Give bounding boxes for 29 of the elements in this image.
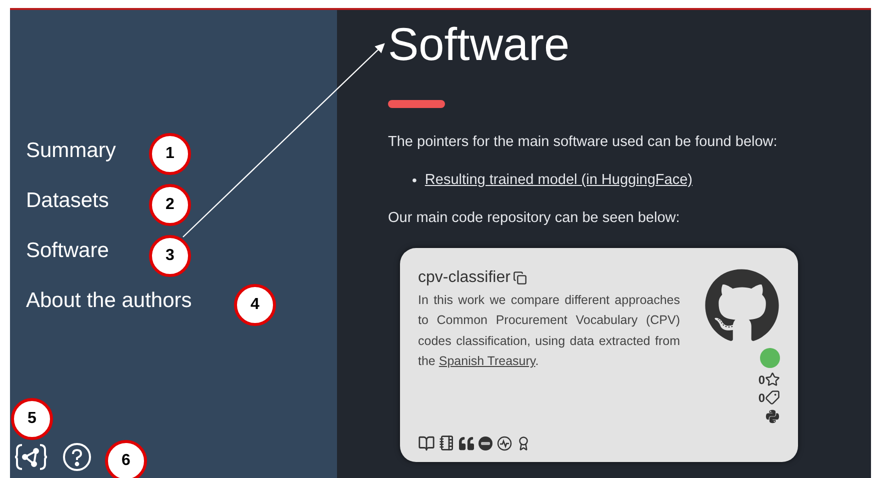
- sidebar-link[interactable]: About the authors: [26, 288, 192, 314]
- activity-circle-icon[interactable]: [497, 436, 512, 451]
- doi-badge-icon[interactable]: [478, 436, 493, 451]
- graph-braces-icon[interactable]: [14, 443, 48, 471]
- quote-icon[interactable]: [459, 436, 474, 451]
- tag-icon[interactable]: [765, 390, 780, 406]
- help-icon[interactable]: [62, 442, 92, 472]
- model-link[interactable]: Resulting trained model (in HuggingFace): [424, 170, 692, 192]
- title-underline: [388, 100, 445, 108]
- intro-text: The pointers for the main software used can be found below:: [388, 133, 778, 152]
- tag-count: 0: [758, 390, 765, 407]
- sidebar-link[interactable]: Summary: [26, 138, 116, 164]
- repo-intro-text: Our main code repository can be seen below:: [388, 208, 680, 228]
- sidebar-link[interactable]: Software: [26, 238, 109, 264]
- repo-name: cpv-classifier: [418, 268, 510, 288]
- repo-description: In this work we compare different approaches to Common Procurement Vocabulary (CPV) codes classification, using data extracted from the Spanish Treasury.: [418, 292, 680, 370]
- python-icon: [765, 408, 780, 424]
- treasury-link[interactable]: Spanish Treasury: [438, 354, 536, 368]
- bullet: •: [412, 171, 417, 190]
- award-icon[interactable]: [516, 436, 531, 451]
- book-icon[interactable]: [418, 434, 435, 452]
- status-dot-icon: [760, 348, 780, 368]
- notebook-icon[interactable]: [439, 435, 455, 452]
- sidebar-link[interactable]: Datasets: [26, 188, 109, 214]
- github-logo-icon[interactable]: [704, 268, 780, 344]
- star-count: 0: [758, 372, 765, 389]
- copy-icon[interactable]: [513, 270, 528, 285]
- page-title: Software: [388, 17, 570, 72]
- star-icon[interactable]: [765, 372, 780, 388]
